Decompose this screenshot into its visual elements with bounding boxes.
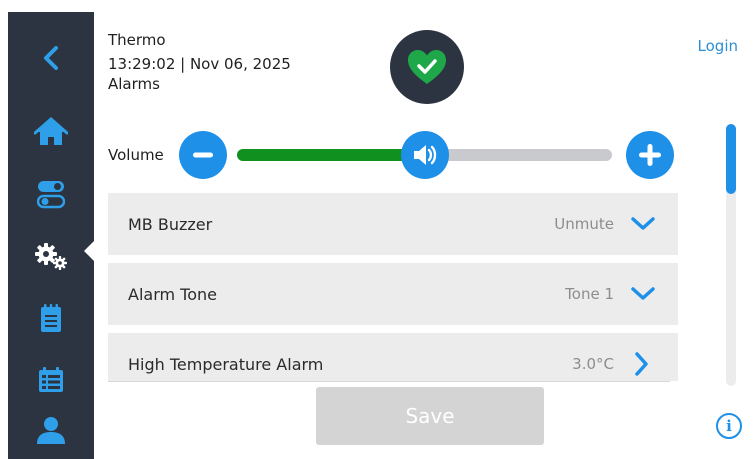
back-button[interactable]	[8, 36, 94, 80]
list-divider	[108, 381, 670, 382]
sidebar	[8, 12, 94, 459]
calendar-list-icon	[39, 367, 63, 392]
info-icon[interactable]: i	[716, 413, 742, 439]
chevron-right-icon	[635, 352, 648, 376]
speaker-icon	[413, 145, 436, 165]
sidebar-item-settings[interactable]	[8, 234, 94, 278]
setting-value: Tone 1	[565, 285, 614, 303]
sidebar-item-user[interactable]	[8, 408, 94, 452]
home-icon	[34, 117, 68, 145]
app-window: Thermo 13:29:02 | Nov 06, 2025 Alarms Lo…	[0, 0, 755, 459]
sidebar-item-controls[interactable]	[8, 172, 94, 216]
login-link[interactable]: Login	[698, 37, 738, 55]
toggle-icon	[37, 181, 65, 209]
setting-label: Alarm Tone	[128, 284, 217, 304]
sidebar-item-home[interactable]	[8, 110, 94, 154]
device-name: Thermo	[108, 31, 166, 49]
chevron-down-icon	[631, 217, 655, 230]
scrollbar-track[interactable]	[726, 124, 736, 386]
sidebar-item-log[interactable]	[8, 296, 94, 340]
setting-row-mb-buzzer[interactable]: MB Buzzer Unmute	[108, 193, 678, 255]
volume-up-button[interactable]	[626, 131, 674, 179]
setting-row-high-temperature-alarm[interactable]: High Temperature Alarm 3.0°C	[108, 333, 678, 381]
save-button[interactable]: Save	[316, 387, 544, 445]
setting-value: Unmute	[554, 215, 614, 233]
chevron-left-icon	[44, 46, 58, 70]
plus-icon	[639, 144, 661, 166]
setting-label: MB Buzzer	[128, 214, 213, 234]
page-title: Alarms	[108, 75, 160, 93]
setting-value: 3.0°C	[572, 355, 614, 373]
chevron-down-icon	[631, 287, 655, 300]
heart-check-icon	[408, 50, 446, 84]
settings-list: MB Buzzer Unmute Alarm Tone Tone 1 High …	[108, 193, 678, 381]
volume-slider-fill	[237, 149, 425, 161]
scrollbar-thumb[interactable]	[726, 124, 736, 194]
gears-icon	[35, 243, 67, 270]
minus-icon	[193, 152, 213, 158]
datetime: 13:29:02 | Nov 06, 2025	[108, 55, 291, 73]
setting-row-alarm-tone[interactable]: Alarm Tone Tone 1	[108, 263, 678, 325]
setting-label: High Temperature Alarm	[128, 354, 324, 374]
user-icon	[37, 417, 65, 444]
volume-slider-thumb[interactable]	[400, 131, 449, 179]
volume-down-button[interactable]	[179, 131, 227, 179]
notepad-icon	[41, 304, 61, 332]
sidebar-item-events[interactable]	[8, 358, 94, 402]
active-indicator	[84, 241, 94, 261]
volume-label: Volume	[108, 146, 164, 164]
status-indicator[interactable]	[390, 30, 464, 104]
